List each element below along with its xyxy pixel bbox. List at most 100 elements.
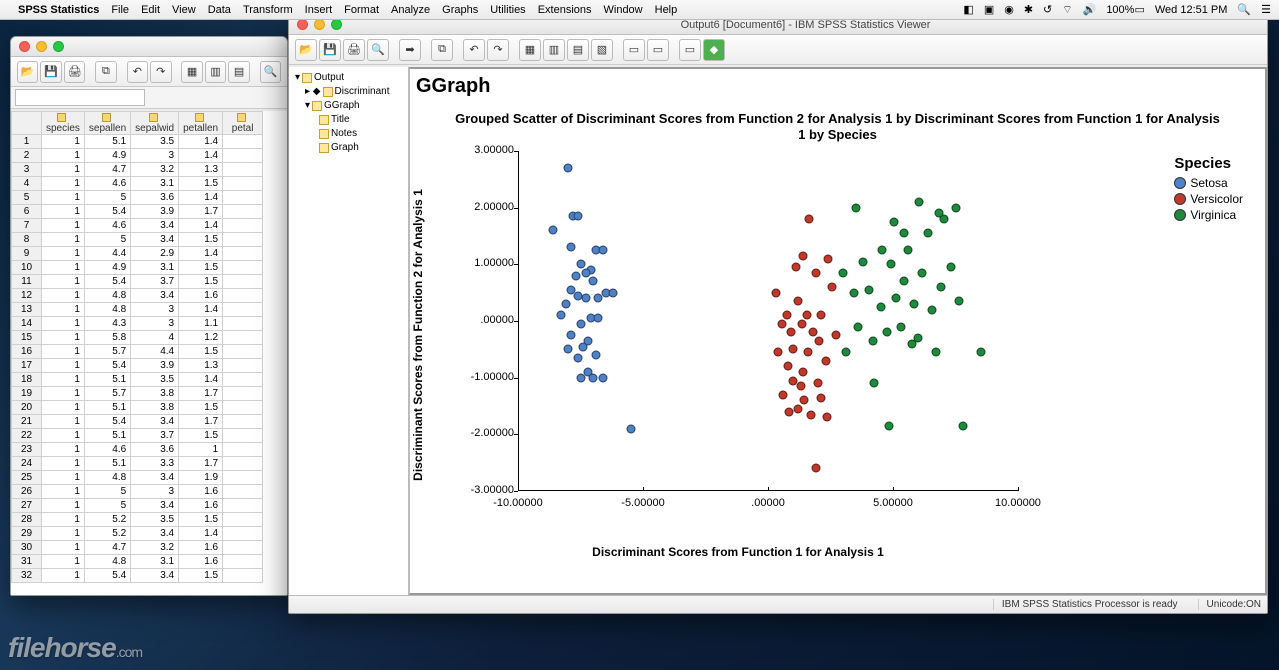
cell[interactable]: 1 <box>42 443 85 457</box>
row-header[interactable]: 29 <box>12 527 42 541</box>
table-row[interactable]: 1014.93.11.5 <box>12 261 263 275</box>
cell[interactable]: 5.4 <box>84 359 130 373</box>
print-icon[interactable]: 🖨 <box>343 39 365 61</box>
tree-discriminant[interactable]: ▸ ◆ Discriminant <box>291 85 406 99</box>
table-row[interactable]: 2115.43.41.7 <box>12 415 263 429</box>
menu-format[interactable]: Format <box>344 4 379 16</box>
cell[interactable]: 1 <box>42 163 85 177</box>
minimize-icon[interactable] <box>36 41 47 52</box>
cell[interactable]: 1.7 <box>179 387 223 401</box>
cell[interactable]: 3.4 <box>131 569 179 583</box>
cell[interactable]: 1 <box>42 373 85 387</box>
row-header[interactable]: 20 <box>12 401 42 415</box>
row-header[interactable]: 6 <box>12 205 42 219</box>
cell[interactable]: 3.7 <box>131 429 179 443</box>
cell[interactable]: 1 <box>42 499 85 513</box>
zoom-icon[interactable] <box>53 41 64 52</box>
table-row[interactable]: 314.73.21.3 <box>12 163 263 177</box>
viewer-content[interactable]: GGraph Grouped Scatter of Discriminant S… <box>409 67 1267 595</box>
table-row[interactable]: 1715.43.91.3 <box>12 359 263 373</box>
row-header[interactable]: 3 <box>12 163 42 177</box>
cell[interactable]: 5.1 <box>84 457 130 471</box>
tree-ggraph[interactable]: ▾ GGraph <box>291 99 406 113</box>
data-grid[interactable]: speciessepallensepalwidpetallenpetal115.… <box>11 111 287 595</box>
cell[interactable]: 1 <box>42 233 85 247</box>
cell[interactable]: 1.5 <box>179 513 223 527</box>
column-header[interactable]: species <box>42 112 85 135</box>
cell[interactable]: 3.5 <box>131 513 179 527</box>
cell[interactable]: 1 <box>42 429 85 443</box>
table-row[interactable]: 1615.74.41.5 <box>12 345 263 359</box>
cell[interactable]: 4.9 <box>84 261 130 275</box>
cell[interactable]: 1.3 <box>179 359 223 373</box>
cell[interactable]: 1.4 <box>179 527 223 541</box>
redo-icon[interactable]: ↷ <box>487 39 509 61</box>
table-row[interactable]: 1915.73.81.7 <box>12 387 263 401</box>
open-icon[interactable]: 📂 <box>17 61 38 83</box>
vars-icon[interactable]: ▤ <box>228 61 249 83</box>
table-row[interactable]: 714.63.41.4 <box>12 219 263 233</box>
outline-tree[interactable]: ▾ Output ▸ ◆ Discriminant ▾ GGraph Title… <box>289 67 409 595</box>
cell[interactable]: 5 <box>84 233 130 247</box>
menu-data[interactable]: Data <box>208 4 231 16</box>
cell[interactable]: 1.4 <box>179 149 223 163</box>
column-header[interactable]: sepallen <box>84 112 130 135</box>
goto-var-icon[interactable]: ▥ <box>205 61 226 83</box>
cell[interactable]: 1 <box>42 317 85 331</box>
cell[interactable]: 4.8 <box>84 303 130 317</box>
cell[interactable]: 3.4 <box>131 499 179 513</box>
table-row[interactable]: 615.43.91.7 <box>12 205 263 219</box>
menu-file[interactable]: File <box>111 4 129 16</box>
cell[interactable]: 5.2 <box>84 513 130 527</box>
cell[interactable]: 1 <box>42 289 85 303</box>
menu-extra-icon[interactable]: ◉ <box>1004 3 1014 16</box>
cell[interactable]: 1.2 <box>179 331 223 345</box>
cell[interactable]: 1.5 <box>179 429 223 443</box>
goto-case-icon[interactable]: ▦ <box>181 61 202 83</box>
cell[interactable]: 1 <box>42 485 85 499</box>
table-row[interactable]: 2215.13.71.5 <box>12 429 263 443</box>
table-row[interactable]: 3215.43.41.5 <box>12 569 263 583</box>
cell[interactable]: 1 <box>42 541 85 555</box>
cell[interactable]: 5.7 <box>84 345 130 359</box>
cell[interactable]: 3.7 <box>131 275 179 289</box>
undo-icon[interactable]: ↶ <box>463 39 485 61</box>
row-header[interactable]: 11 <box>12 275 42 289</box>
table-row[interactable]: 2514.83.41.9 <box>12 471 263 485</box>
menu-extra-icon[interactable]: ↺ <box>1043 3 1052 16</box>
cell[interactable]: 5.8 <box>84 331 130 345</box>
table-row[interactable]: 914.42.91.4 <box>12 247 263 261</box>
row-header[interactable]: 2 <box>12 149 42 163</box>
row-header[interactable]: 4 <box>12 177 42 191</box>
menu-utilities[interactable]: Utilities <box>490 4 525 16</box>
cell[interactable]: 3.3 <box>131 457 179 471</box>
cell-input[interactable] <box>15 89 145 106</box>
cell[interactable]: 1 <box>42 261 85 275</box>
row-header[interactable]: 19 <box>12 387 42 401</box>
undo-icon[interactable]: ↶ <box>127 61 148 83</box>
row-header[interactable]: 28 <box>12 513 42 527</box>
cell[interactable]: 3.4 <box>131 527 179 541</box>
table-row[interactable]: 2415.13.31.7 <box>12 457 263 471</box>
cell[interactable]: 1 <box>42 303 85 317</box>
cell[interactable]: 1.4 <box>179 247 223 261</box>
cell[interactable]: 1 <box>42 219 85 233</box>
cell[interactable]: 1.6 <box>179 555 223 569</box>
row-header[interactable]: 7 <box>12 219 42 233</box>
wifi-icon[interactable]: ⌔ <box>1062 3 1072 17</box>
cell[interactable]: 1.4 <box>179 303 223 317</box>
cell[interactable]: 5.1 <box>84 373 130 387</box>
cell[interactable]: 1 <box>42 359 85 373</box>
close-icon[interactable] <box>297 19 308 30</box>
column-header[interactable]: sepalwid <box>131 112 179 135</box>
cell[interactable]: 3.6 <box>131 443 179 457</box>
cell[interactable]: 5.4 <box>84 415 130 429</box>
menu-window[interactable]: Window <box>604 4 643 16</box>
menu-extensions[interactable]: Extensions <box>538 4 592 16</box>
designate-icon[interactable]: ▭ <box>647 39 669 61</box>
cell[interactable]: 1 <box>42 191 85 205</box>
cell[interactable]: 3.8 <box>131 401 179 415</box>
cell[interactable]: 1.5 <box>179 401 223 415</box>
row-header[interactable]: 13 <box>12 303 42 317</box>
goto-case-icon[interactable]: ▥ <box>543 39 565 61</box>
